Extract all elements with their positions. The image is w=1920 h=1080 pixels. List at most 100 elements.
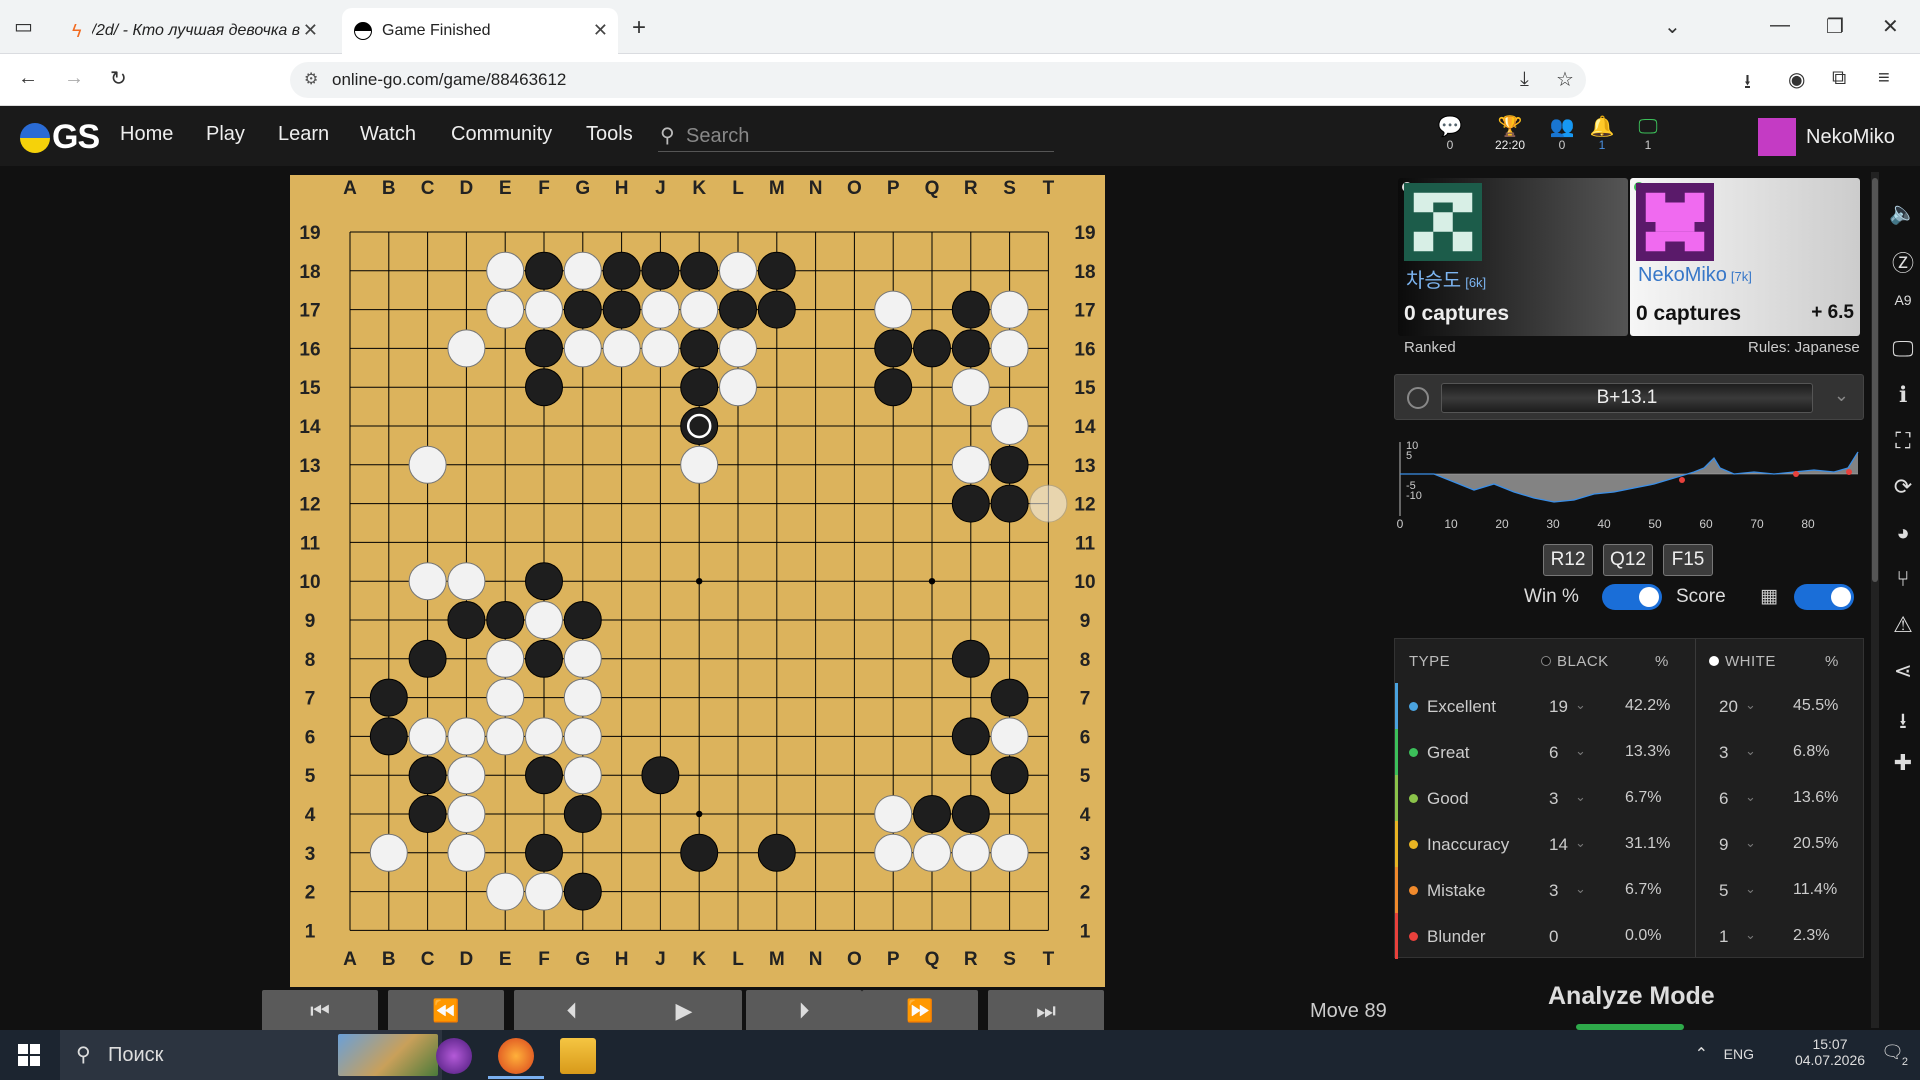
white-stone[interactable]	[990, 290, 1029, 329]
white-stone[interactable]	[563, 329, 602, 368]
white-stone[interactable]	[874, 833, 913, 872]
ai-result-box[interactable]: B+13.1 ⌄	[1394, 374, 1864, 420]
board-svg[interactable]: AABBCCDDEEFFGGHHJJKKLLMMNNOOPPQQRRSSTT19…	[290, 175, 1105, 987]
white-stone[interactable]	[913, 833, 951, 872]
black-stone[interactable]	[680, 329, 719, 368]
black-stone[interactable]	[951, 484, 990, 523]
file-explorer-icon[interactable]	[560, 1038, 596, 1074]
score-graph[interactable]: 105-5-10 0 10 20 30 40 50 60 70 80	[1394, 432, 1864, 532]
language-indicator[interactable]: ENG	[1724, 1046, 1754, 1062]
white-stone[interactable]	[447, 329, 486, 368]
profile-icon[interactable]: ◉	[1788, 67, 1805, 92]
white-stone[interactable]	[563, 717, 602, 756]
white-stone[interactable]	[525, 872, 563, 911]
share-icon[interactable]: ⋖	[1888, 658, 1918, 684]
notifications-icon[interactable]: 🔔 1	[1580, 116, 1624, 152]
black-stone[interactable]	[525, 251, 563, 290]
white-stone[interactable]	[447, 562, 486, 601]
expand-chevron-icon[interactable]: ⌄	[1745, 835, 1756, 851]
tab-list-icon[interactable]: ▭	[14, 14, 33, 39]
search-input[interactable]: ⚲ Search	[658, 120, 1054, 152]
white-stone[interactable]	[990, 833, 1029, 872]
white-stone[interactable]	[990, 407, 1029, 445]
close-tab-icon[interactable]: ✕	[303, 20, 318, 41]
black-stone[interactable]	[874, 329, 913, 368]
white-stone[interactable]	[874, 290, 913, 329]
black-stone[interactable]	[602, 251, 641, 290]
black-stone[interactable]	[719, 290, 757, 329]
black-stone[interactable]	[951, 329, 990, 368]
black-stone[interactable]	[408, 795, 447, 833]
white-stone[interactable]	[408, 717, 447, 756]
download-icon[interactable]: ⭳	[1888, 704, 1918, 742]
white-stone[interactable]	[874, 795, 913, 833]
tab-2d[interactable]: ϟ /2d/ - Кто лучшая девочка в эт ✕	[60, 8, 328, 54]
tray-chevron-icon[interactable]: ⌃	[1695, 1044, 1708, 1064]
nav-learn[interactable]: Learn	[278, 123, 329, 146]
new-tab-icon[interactable]: +	[632, 14, 646, 42]
black-stone[interactable]	[757, 833, 796, 872]
black-stone[interactable]	[680, 251, 719, 290]
white-stone[interactable]	[990, 717, 1029, 756]
white-stone[interactable]	[408, 445, 447, 484]
white-stone[interactable]	[525, 717, 563, 756]
chat-icon[interactable]: 💬 0	[1428, 116, 1472, 152]
white-stone[interactable]	[641, 290, 680, 329]
white-stone[interactable]	[525, 601, 563, 639]
white-stone[interactable]	[719, 329, 757, 368]
forward-icon[interactable]: →	[64, 67, 84, 90]
white-stone[interactable]	[602, 329, 641, 368]
black-stone[interactable]	[913, 329, 951, 368]
downloads-icon[interactable]: ⭳	[1744, 67, 1751, 101]
white-stone[interactable]	[486, 872, 525, 911]
user-menu[interactable]: NekoMiko	[1758, 118, 1895, 156]
mistake-marker[interactable]	[1846, 469, 1852, 475]
site-info-icon[interactable]: ⚙	[304, 62, 318, 98]
black-stone[interactable]	[602, 290, 641, 329]
black-stone[interactable]	[408, 756, 447, 795]
black-stone[interactable]	[525, 562, 563, 601]
nav-tools[interactable]: Tools	[586, 123, 633, 146]
games-icon[interactable]: 🖵 1	[1626, 116, 1670, 152]
black-stone[interactable]	[408, 639, 447, 678]
black-stone[interactable]	[563, 872, 602, 911]
white-stone[interactable]	[719, 251, 757, 290]
menu-icon[interactable]: ≡	[1878, 67, 1890, 90]
url-field[interactable]: ⚙ online-go.com/game/88463612	[290, 62, 1586, 98]
table-row[interactable]: Excellent 19 42.2% 20 45.5% ⌄ ⌄	[1395, 683, 1863, 729]
white-stone[interactable]	[486, 290, 525, 329]
nav-home[interactable]: Home	[120, 123, 173, 146]
table-row[interactable]: Good 3 6.7% 6 13.6% ⌄ ⌄	[1395, 775, 1863, 821]
forward-ten-button[interactable]: ⏩	[862, 990, 978, 1032]
black-stone[interactable]	[951, 717, 990, 756]
black-stone[interactable]	[563, 601, 602, 639]
expand-chevron-icon[interactable]: ⌄	[1745, 927, 1756, 943]
fork-icon[interactable]: ⑂	[1888, 566, 1918, 592]
white-stone[interactable]	[486, 251, 525, 290]
restore-icon[interactable]: ❐	[1826, 14, 1844, 39]
table-icon[interactable]: ▦	[1760, 585, 1778, 608]
white-stone[interactable]	[447, 717, 486, 756]
last-move-button[interactable]: ⏭	[988, 990, 1104, 1032]
expand-chevron-icon[interactable]: ⌄	[1745, 697, 1756, 713]
black-player-card[interactable]: NekoMiko [7k] 0 captures + 6.5	[1630, 178, 1860, 336]
nav-watch[interactable]: Watch	[360, 123, 416, 146]
black-stone[interactable]	[951, 290, 990, 329]
table-row[interactable]: Mistake 3 6.7% 5 11.4% ⌄ ⌄	[1395, 867, 1863, 913]
black-stone[interactable]	[874, 368, 913, 407]
black-stone[interactable]	[757, 251, 796, 290]
expand-chevron-icon[interactable]: ⌄	[1575, 789, 1586, 805]
white-player-card[interactable]: 차승도 [6k] 0 captures	[1398, 178, 1628, 336]
scrollbar-thumb[interactable]	[1872, 178, 1878, 582]
white-stone[interactable]	[680, 445, 719, 484]
firefox-icon[interactable]	[498, 1038, 534, 1074]
white-stone[interactable]	[486, 639, 525, 678]
install-app-icon[interactable]: ⤓	[1520, 68, 1529, 91]
tag-move-button[interactable]: R12	[1543, 544, 1593, 576]
black-stone[interactable]	[563, 290, 602, 329]
black-stone[interactable]	[369, 717, 408, 756]
white-stone[interactable]	[447, 756, 486, 795]
white-stone[interactable]	[525, 290, 563, 329]
bookmark-star-icon[interactable]: ☆	[1556, 67, 1574, 92]
expand-chevron-icon[interactable]: ⌄	[1575, 697, 1586, 713]
